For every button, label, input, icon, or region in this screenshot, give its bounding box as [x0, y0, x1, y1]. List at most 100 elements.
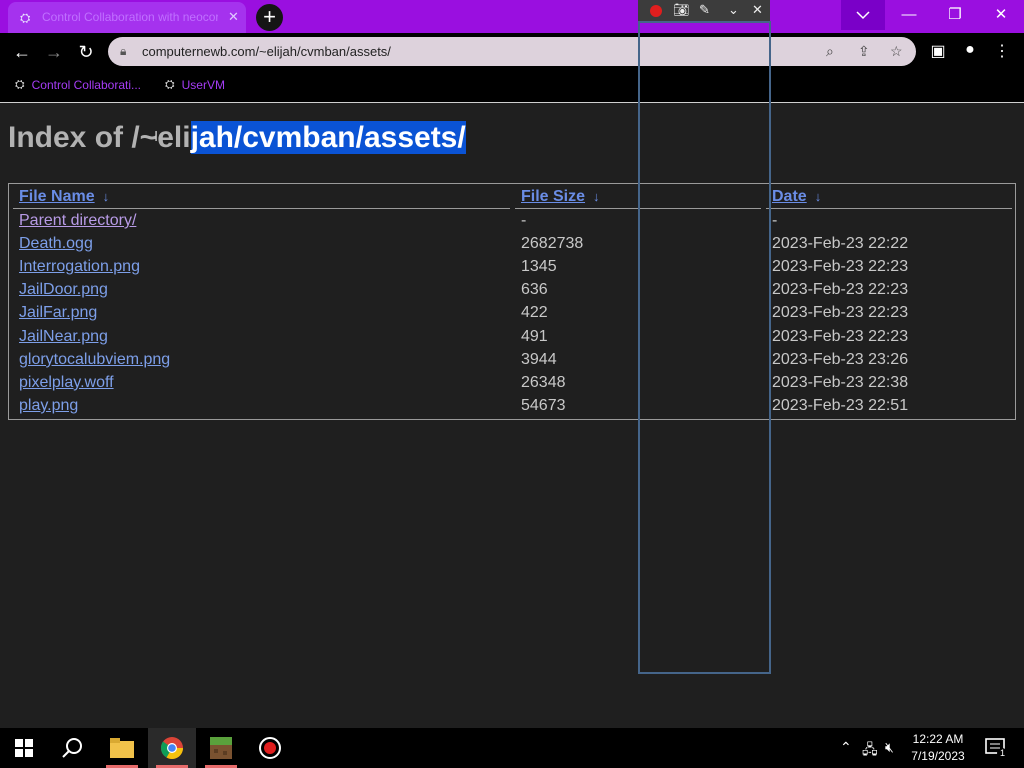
recorder-taskbar-button[interactable]	[246, 728, 294, 768]
file-link[interactable]: Interrogation.png	[19, 258, 140, 276]
pen-icon[interactable]: ✎	[699, 2, 710, 18]
minimize-button[interactable]: —	[886, 0, 932, 30]
close-icon[interactable]: ✕	[752, 2, 763, 18]
file-date: 2023-Feb-23 22:38	[772, 374, 909, 391]
bookmark-label: UserVM	[181, 77, 225, 92]
sort-arrow-icon: ↓	[814, 189, 822, 204]
recorder-toolbar: 📷︎ ✎ ⌄ ✕	[638, 0, 770, 21]
collapse-icon[interactable]: ⌄	[728, 2, 739, 18]
restore-button[interactable]: ❐	[932, 0, 978, 30]
record-icon	[259, 737, 281, 759]
table-row: pixelplay.woff 26348 2023-Feb-23 22:38	[9, 374, 1015, 397]
file-size: 54673	[521, 397, 566, 414]
start-button[interactable]	[0, 728, 48, 768]
file-link[interactable]: Parent directory/	[19, 212, 136, 230]
sort-arrow-icon: ↓	[102, 189, 110, 204]
notification-center-button[interactable]: 1	[976, 728, 1016, 768]
system-clock[interactable]: 12:22 AM 7/19/2023	[898, 731, 978, 765]
bookmark-control-collaboration[interactable]: ⛭ Control Collaborati...	[15, 77, 141, 92]
heading-selected-text: jah/cvmban/assets/	[190, 121, 466, 154]
record-icon[interactable]	[650, 5, 662, 17]
tab-search-button[interactable]	[841, 0, 885, 30]
file-date: 2023-Feb-23 23:26	[772, 351, 909, 368]
bookmark-label: Control Collaborati...	[31, 77, 141, 92]
grass-block-icon	[210, 737, 232, 759]
header-divider	[766, 208, 1012, 209]
file-explorer-button[interactable]	[98, 728, 146, 768]
bookmark-uservm[interactable]: ⛭ UserVM	[165, 77, 225, 92]
lock-icon[interactable]: 🔒︎	[120, 44, 126, 59]
vm-favicon-icon: ⛭	[15, 77, 25, 91]
file-link[interactable]: JailDoor.png	[19, 281, 108, 299]
camera-icon[interactable]: 📷︎	[673, 2, 690, 18]
bookmarks-bar: ⛭ Control Collaborati... ⛭ UserVM	[0, 71, 1024, 103]
bookmark-star-icon[interactable]: ☆	[890, 43, 903, 60]
header-label: File Name	[19, 188, 95, 205]
notification-count: 1	[1000, 748, 1006, 758]
clock-time: 12:22 AM	[912, 732, 964, 746]
url-text[interactable]: computernewb.com/~elijah/cvmban/assets/	[142, 44, 391, 59]
file-size: 3944	[521, 351, 557, 368]
file-date: 2023-Feb-23 22:23	[772, 258, 909, 275]
column-header-date[interactable]: Date ↓	[772, 188, 821, 206]
chevron-down-icon	[856, 11, 870, 20]
column-header-file-name[interactable]: File Name ↓	[19, 188, 109, 206]
file-link[interactable]: pixelplay.woff	[19, 374, 114, 392]
vm-favicon-icon: ⛭	[20, 10, 31, 25]
new-tab-button[interactable]: +	[256, 4, 283, 31]
search-icon[interactable]: ⌕	[826, 43, 834, 60]
file-size: 422	[521, 304, 548, 321]
forward-icon[interactable]: →	[43, 41, 65, 63]
file-date: 2023-Feb-23 22:23	[772, 281, 909, 298]
file-size: -	[521, 212, 527, 229]
side-panel-icon[interactable]: ▣	[928, 41, 948, 61]
close-window-button[interactable]: ✕	[978, 0, 1024, 30]
table-row: Parent directory/ - -	[9, 212, 1015, 235]
table-row: JailNear.png 491 2023-Feb-23 22:23	[9, 328, 1015, 351]
file-listing-table: File Name ↓ File Size ↓ Date ↓ Parent direc…	[8, 183, 1016, 420]
minecraft-taskbar-button[interactable]	[197, 728, 245, 768]
reload-icon[interactable]: ↻	[75, 41, 97, 63]
address-bar[interactable]: 🔒︎ computernewb.com/~elijah/cvmban/asset…	[108, 37, 916, 66]
recording-region-frame[interactable]	[638, 21, 771, 674]
file-link[interactable]: play.png	[19, 397, 78, 415]
close-tab-icon[interactable]: ✕	[228, 9, 239, 25]
table-row: Death.ogg 2682738 2023-Feb-23 22:22	[9, 235, 1015, 258]
search-button[interactable]	[48, 728, 96, 768]
network-icon[interactable]: 🖧︎	[862, 739, 878, 763]
tab-title: Control Collaboration with neocortex	[42, 10, 218, 24]
heading-text: Index of /~eli	[8, 121, 191, 154]
column-header-file-size[interactable]: File Size ↓	[521, 188, 600, 206]
file-date: 2023-Feb-23 22:22	[772, 235, 909, 252]
profile-icon[interactable]: ●	[960, 41, 980, 59]
page-title: Index of /~elijah/cvmban/assets/	[8, 121, 466, 155]
back-icon[interactable]: ←	[11, 41, 33, 63]
clock-date: 7/19/2023	[911, 749, 965, 763]
chrome-taskbar-button[interactable]	[148, 728, 196, 768]
table-row: JailFar.png 422 2023-Feb-23 22:23	[9, 304, 1015, 327]
browser-tab[interactable]: ⛭ Control Collaboration with neocortex ✕	[8, 2, 246, 33]
file-link[interactable]: JailNear.png	[19, 328, 108, 346]
header-label: File Size	[521, 188, 586, 205]
menu-icon[interactable]: ⋮	[992, 41, 1012, 61]
file-date: 2023-Feb-23 22:51	[772, 397, 909, 414]
page-content: Index of /~elijah/cvmban/assets/ File Na…	[0, 103, 1024, 728]
header-label: Date	[772, 188, 807, 205]
file-date: 2023-Feb-23 22:23	[772, 328, 909, 345]
show-hidden-icons-icon[interactable]: ⌃	[840, 739, 852, 756]
volume-muted-icon[interactable]: 🔇︎	[885, 739, 894, 756]
taskbar: ⌃ 🖧︎ 🔇︎ 12:22 AM 7/19/2023 1	[0, 728, 1024, 768]
file-date: -	[772, 212, 778, 229]
share-icon[interactable]: ⇪	[858, 43, 870, 60]
table-row: play.png 54673 2023-Feb-23 22:51	[9, 397, 1015, 420]
chrome-icon	[160, 737, 183, 759]
sort-arrow-icon: ↓	[593, 189, 600, 204]
file-link[interactable]: glorytocalubviem.png	[19, 351, 170, 369]
vm-favicon-icon: ⛭	[165, 77, 175, 91]
file-size: 491	[521, 328, 548, 345]
file-link[interactable]: JailFar.png	[19, 304, 97, 322]
table-row: JailDoor.png 636 2023-Feb-23 22:23	[9, 281, 1015, 304]
browser-toolbar: ← → ↻ 🔒︎ computernewb.com/~elijah/cvmban…	[0, 33, 1024, 71]
file-size: 26348	[521, 374, 566, 391]
file-link[interactable]: Death.ogg	[19, 235, 93, 253]
